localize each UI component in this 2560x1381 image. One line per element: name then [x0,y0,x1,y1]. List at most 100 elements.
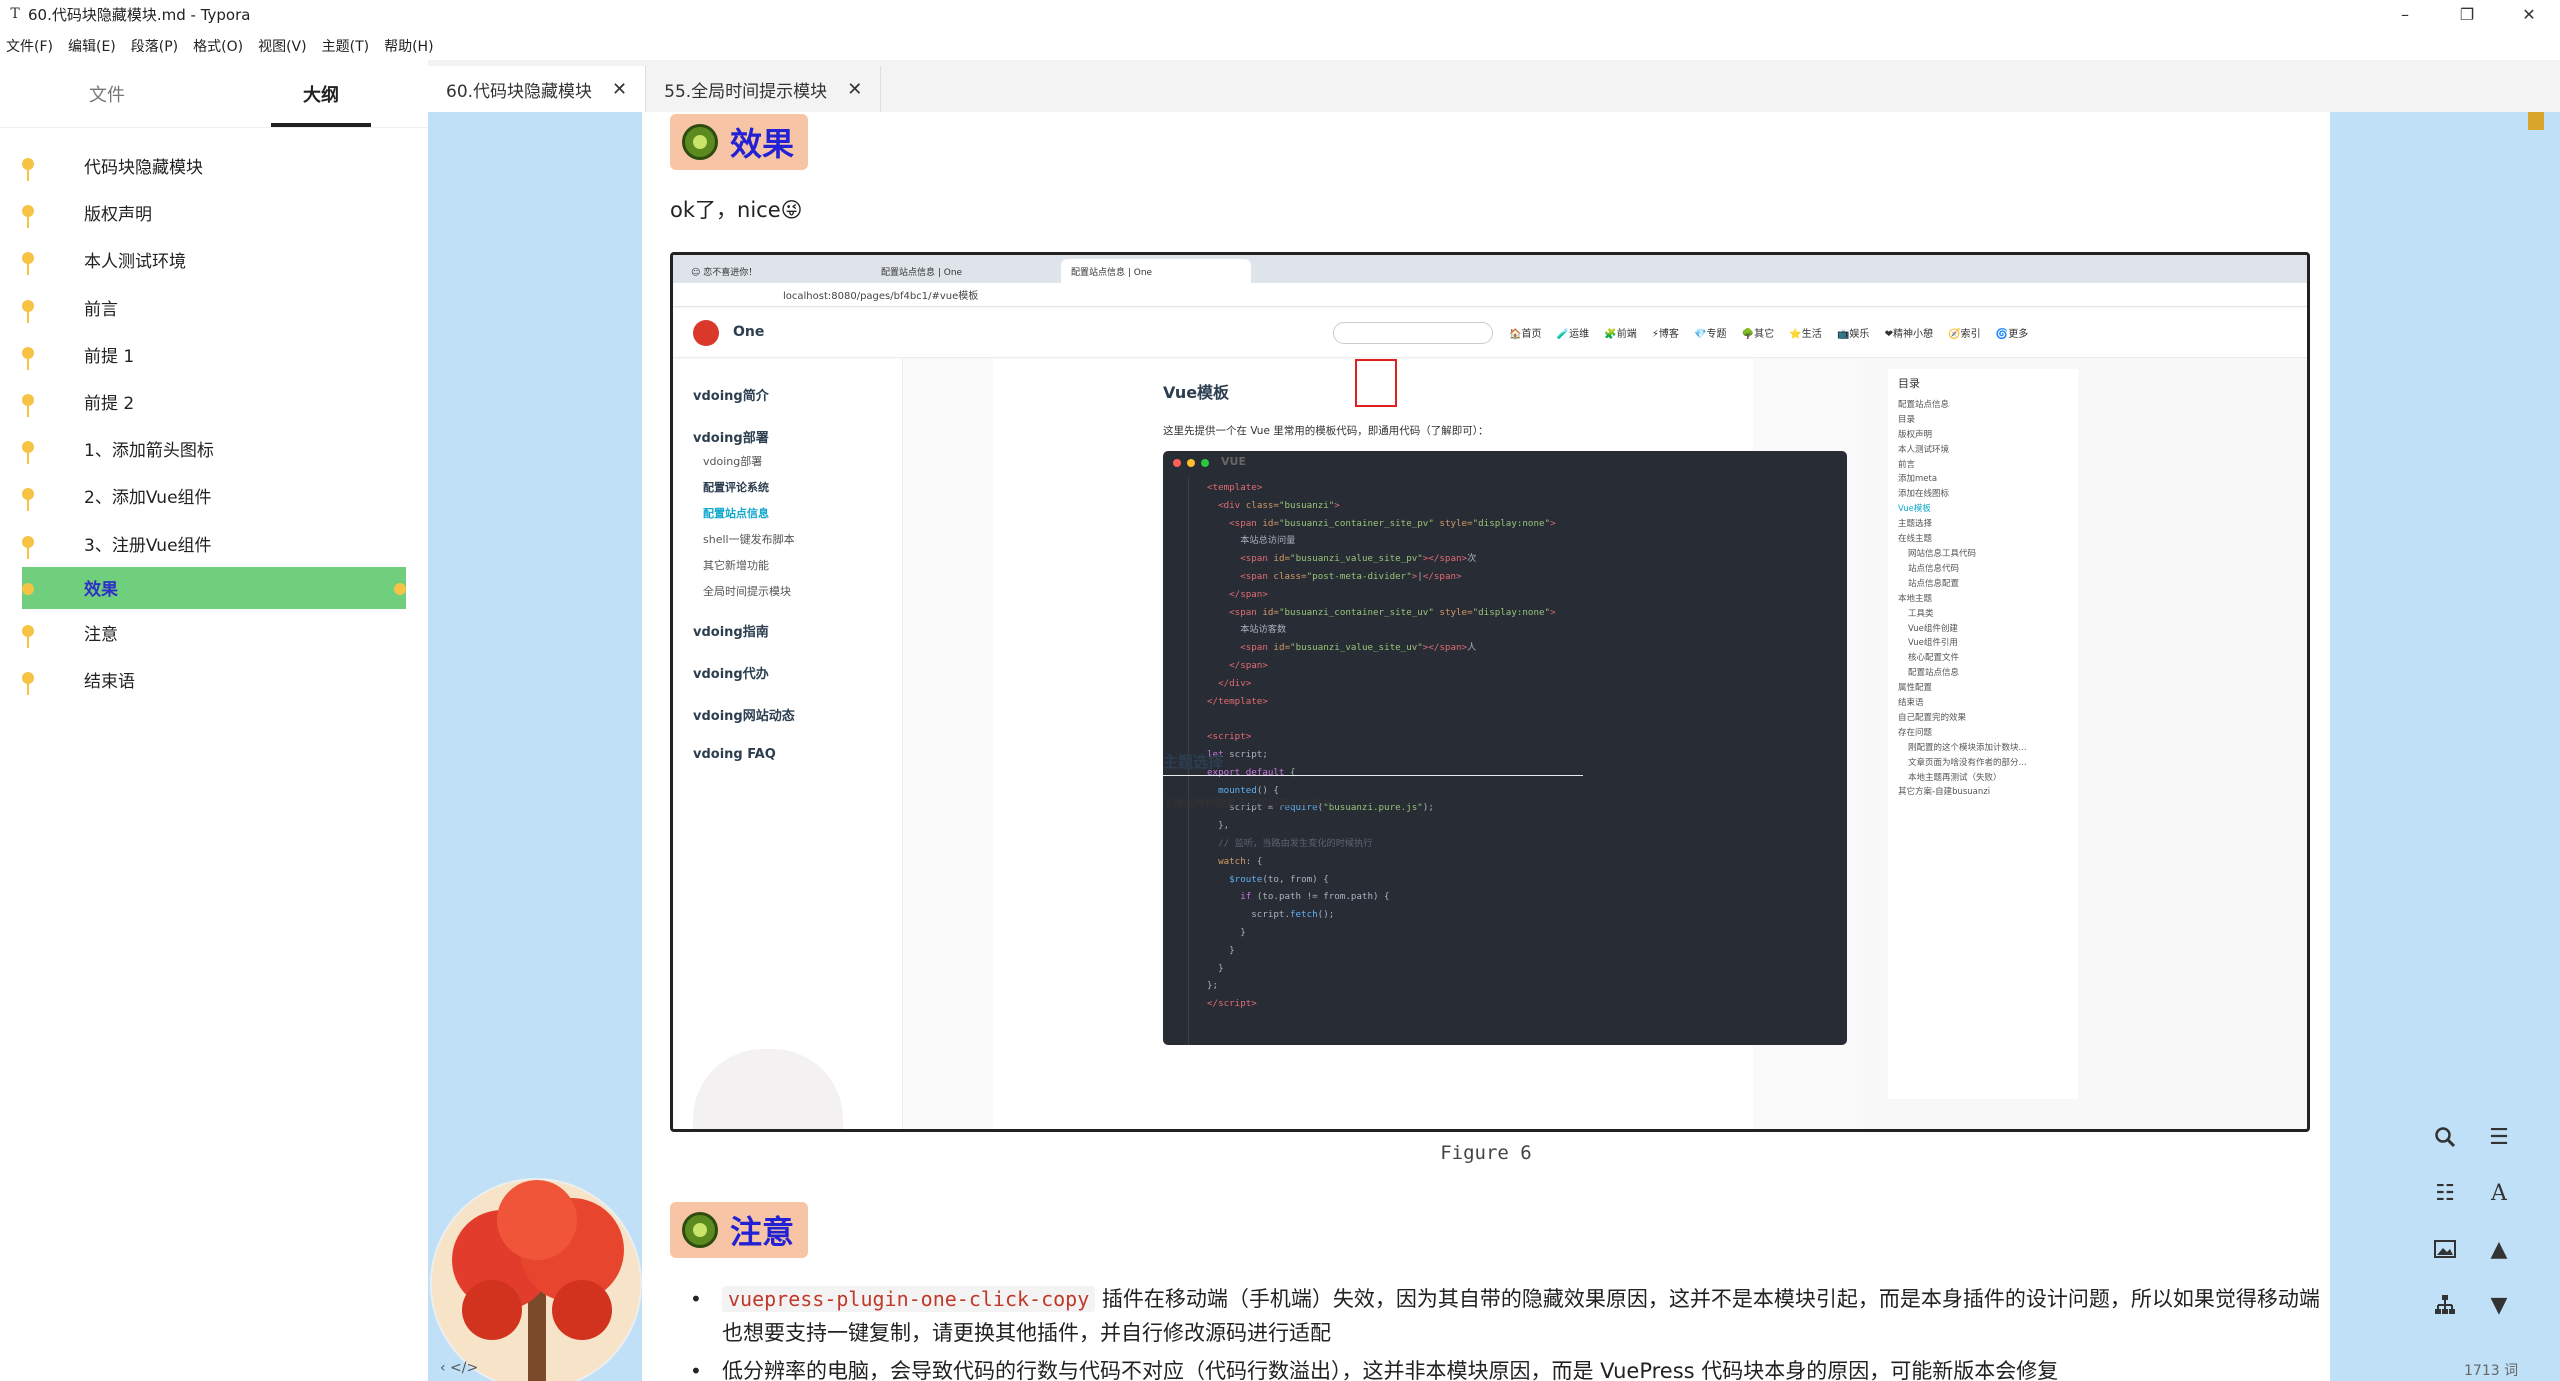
heading-text: 注意 [730,1213,795,1251]
menu-view[interactable]: 视图(V) [258,36,307,56]
outline-item-label: 版权声明 [84,205,152,226]
site-name: One [733,324,765,340]
outline-item[interactable]: 1、添加箭头图标 [22,425,406,472]
toc-item: Vue组件引用 [1908,638,1958,649]
list-icon[interactable]: ☷ [2418,1166,2472,1220]
minimize-button[interactable]: – [2374,0,2436,28]
outline-end-dot-icon [394,582,406,595]
outline-item-active[interactable]: 效果 [22,566,406,609]
toc-item: 其它方案-自建busuanzi [1898,787,1991,798]
code-language: VUE [1221,455,1246,468]
editor-content[interactable]: 效果 ok了，nice😜 ☺ 恋不喜进你！ 配置站点信息 | One 配置站点信… [642,112,2330,1381]
outline-item[interactable]: 版权声明 [22,189,406,236]
font-icon[interactable]: A [2472,1166,2526,1220]
menu-icon[interactable]: ☰ [2472,1110,2526,1164]
article-title: Vue模板 [1163,383,1230,402]
toc-title: 目录 [1898,377,1920,390]
outline-item[interactable]: 前提 2 [22,378,406,425]
toc-item: 刚配置的这个模块添加计数块... [1908,742,2027,753]
sitemap-icon[interactable] [2418,1278,2472,1332]
menu-format[interactable]: 格式(O) [193,36,243,56]
scrollbar-thumb[interactable] [2528,112,2544,130]
toc-item: 工具类 [1908,608,1934,619]
outline-item-label: 结束语 [84,671,135,692]
close-tab-icon[interactable]: ✕ [612,79,627,100]
toc-item: 本地主题再测试（失败） [1908,772,2002,783]
menu-theme[interactable]: 主题(T) [322,36,369,56]
toc-item: 文章页面为啥没有作者的部分... [1908,757,2027,768]
arrow-down-icon[interactable]: ▼ [2472,1278,2526,1332]
avatar [430,1178,642,1381]
tab-files[interactable]: 文件 [0,60,214,127]
outline-item[interactable]: 代码块隐藏模块 [22,142,406,189]
close-window-button[interactable]: ✕ [2498,0,2560,28]
site-sidebar-item: 全局时间提示模块 [703,585,791,598]
window-controls: – ❐ ✕ [2374,0,2560,28]
paragraph: ok了，nice😜 [670,198,803,222]
outline-item[interactable]: 前提 1 [22,331,406,378]
word-count[interactable]: 1713 词 [2464,1360,2518,1380]
heading-effect: 效果 [670,114,809,170]
toc-item: 本人测试环境 [1898,444,1950,455]
site-nav-links: 🏠首页 🧪运维 🧩前端 ⚡博客 💎专题 🌳其它 ⭐生活 📺娱乐 ❤精神小憩 🧭索… [1509,329,2029,340]
table-of-contents: 目录 配置站点信息 目录 版权声明 本人测试环境 前言 添加meta 添加在线图… [1888,369,2078,1099]
inline-code: vuepress-plugin-one-click-copy [722,1286,1096,1312]
doc-tab[interactable]: 55.全局时间提示模块 ✕ [646,66,882,112]
outline-item-label: 前提 1 [84,346,135,367]
toc-item: 添加在线图标 [1898,489,1950,500]
site-navbar: One 🏠首页 🧪运维 🧩前端 ⚡博客 💎专题 🌳其它 ⭐生活 📺娱乐 ❤精神小… [673,308,2307,358]
close-tab-icon[interactable]: ✕ [847,79,862,100]
heading-note: 注意 [670,1202,809,1258]
doc-tab-label: 55.全局时间提示模块 [664,81,828,102]
site-sidebar: vdoing简介 vdoing部署 vdoing部署 配置评论系统 配置站点信息… [673,359,903,1129]
figure-caption: Figure 6 [1440,1142,1532,1164]
toc-item: 版权声明 [1898,429,1933,440]
browser-address: localhost:8080/pages/bf4bc1/#vue模板 [673,283,2307,307]
outline-item-label: 3、注册Vue组件 [84,535,212,556]
menu-help[interactable]: 帮助(H) [384,36,433,56]
outline-item-label: 2、添加Vue组件 [84,488,212,509]
image-icon[interactable] [2418,1222,2472,1276]
site-sidebar-item: vdoing部署 [693,431,769,446]
outline-item[interactable]: 前言 [22,284,406,331]
arrow-up-icon[interactable]: ▲ [2472,1222,2526,1276]
outline-item[interactable]: 注意 [22,609,406,656]
typora-logo-icon: T [10,6,20,22]
outline-item-label: 注意 [84,624,118,645]
kiwi-icon [682,124,718,160]
toc-item: Vue模板 [1898,504,1931,515]
search-icon[interactable] [2418,1110,2472,1164]
menu-paragraph[interactable]: 段落(P) [131,36,178,56]
outline-item-label: 效果 [84,580,118,601]
toc-item: 添加meta [1898,474,1938,485]
tab-outline[interactable]: 大纲 [214,60,428,127]
menu-file[interactable]: 文件(F) [6,36,53,56]
toc-item: 属性配置 [1898,683,1933,694]
toc-item: 在线主题 [1898,534,1933,545]
doc-tab-active[interactable]: 60.代码块隐藏模块 ✕ [428,66,647,112]
outline-dot-icon [22,582,34,595]
heading-text: 效果 [730,125,795,163]
toc-item: 网站信息工具代码 [1908,548,1977,559]
outline-item[interactable]: 结束语 [22,656,406,703]
outline-item-label: 代码块隐藏模块 [84,158,203,179]
source-mode-icons[interactable]: ‹ </> [440,1360,478,1376]
menu-edit[interactable]: 编辑(E) [68,36,116,56]
sidebar: 文件 大纲 代码块隐藏模块 版权声明 本人测试环境 前言 前提 1 前提 2 1… [0,60,428,1381]
outline-item[interactable]: 2、添加Vue组件 [22,472,406,519]
menu-bar: 文件(F) 编辑(E) 段落(P) 格式(O) 视图(V) 主题(T) 帮助(H… [0,32,449,60]
toc-item: 自己配置完的效果 [1898,712,1967,723]
site-sidebar-item: vdoing简介 [693,389,769,404]
maximize-button[interactable]: ❐ [2436,0,2498,28]
next-section-desc: 下面有两种配置方式可以选，分别为： [1163,797,1342,809]
site-sidebar-item: vdoing部署 [703,455,763,468]
article-desc: 这里先提供一个在 Vue 里常用的模板代码，即通用代码（了解即可）： [1163,425,1489,437]
toc-item: Vue组件创建 [1908,623,1958,634]
site-search [1333,322,1493,344]
outline-item[interactable]: 本人测试环境 [22,236,406,283]
mascot-image [693,1049,843,1129]
outline-item-label: 前提 2 [84,394,135,415]
outline-item[interactable]: 3、注册Vue组件 [22,520,406,567]
toc-item: 核心配置文件 [1908,653,1960,664]
title-bar: T 60.代码块隐藏模块.md - Typora – ❐ ✕ [0,0,2560,28]
